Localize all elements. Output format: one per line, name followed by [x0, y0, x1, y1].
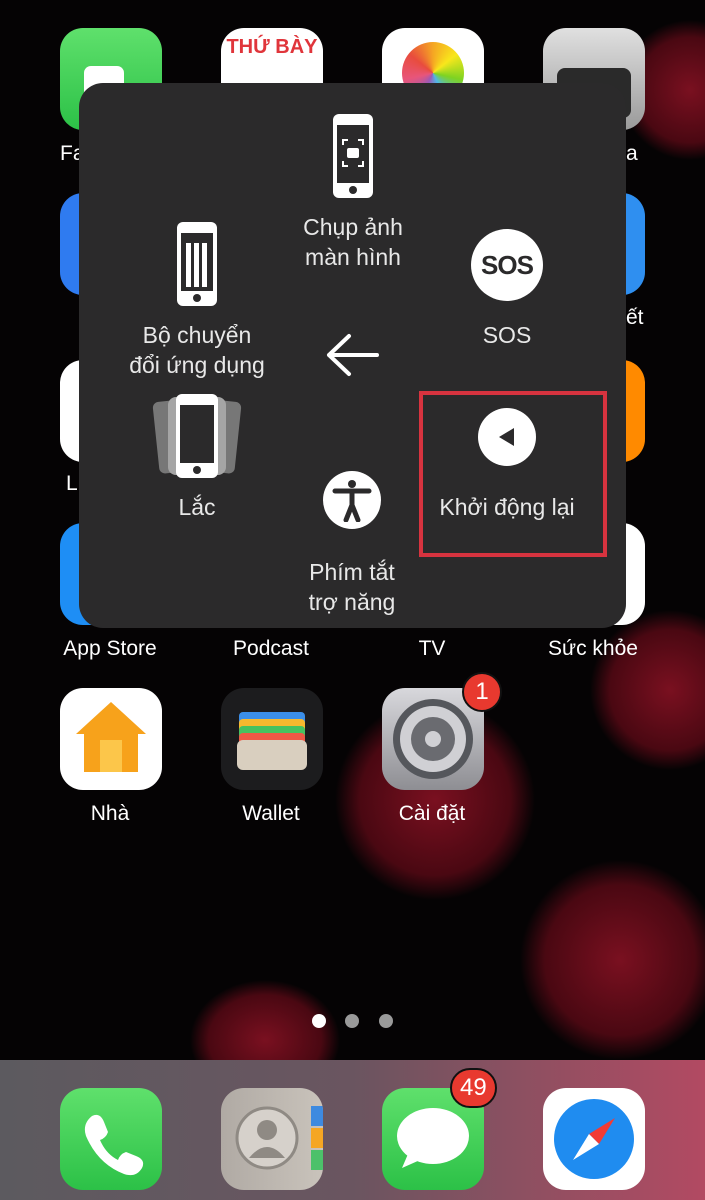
page-dot-active[interactable] — [312, 1014, 326, 1028]
page-dot[interactable] — [379, 1014, 393, 1028]
wallet-icon — [237, 712, 307, 770]
home-icon — [76, 702, 146, 772]
safari-app[interactable] — [543, 1088, 645, 1190]
screenshot-label-line2: màn hình — [305, 244, 401, 270]
app-label: Sức khỏe — [548, 637, 638, 660]
app-label: Wallet — [242, 802, 300, 825]
messages-badge: 49 — [450, 1068, 497, 1108]
phone-icon — [84, 1114, 144, 1176]
settings-badge: 1 — [462, 672, 502, 712]
partial-app-label: a — [626, 142, 638, 165]
accessibility-icon — [323, 471, 381, 529]
screenshot-label-line1: Chụp ảnh — [303, 214, 403, 240]
accessibility-label-line1: Phím tắt — [309, 559, 395, 585]
back-arrow-icon[interactable] — [325, 333, 379, 377]
screenshot-icon — [333, 114, 373, 198]
phone-app[interactable] — [60, 1088, 162, 1190]
app-label: App Store — [63, 637, 157, 660]
highlight-box — [419, 391, 607, 557]
app-switcher-label-line2: đổi ứng dụng — [129, 352, 265, 378]
app-label: Podcast — [233, 637, 309, 660]
app-switcher-label-line1: Bộ chuyển — [142, 322, 252, 348]
wallpaper-bokeh — [520, 860, 705, 1060]
app-label: Nhà — [90, 802, 130, 825]
safari-icon — [554, 1099, 634, 1179]
sos-icon: SOS — [471, 229, 543, 301]
shake-icon — [152, 394, 242, 478]
wallpaper-bokeh — [590, 610, 705, 770]
app-label: Cài đặt — [398, 802, 466, 825]
partial-app-label: ết — [626, 306, 644, 329]
accessibility-label-line2: trợ năng — [308, 589, 396, 615]
contacts-app[interactable] — [221, 1088, 323, 1190]
home-app[interactable] — [60, 688, 162, 790]
app-label: TV — [418, 637, 446, 660]
page-dot[interactable] — [345, 1014, 359, 1028]
shake-label: Lắc — [178, 494, 216, 520]
contacts-icon — [235, 1106, 323, 1170]
app-switcher-icon — [177, 222, 217, 306]
calendar-day: THỨ BÀY — [226, 36, 318, 58]
wallet-app[interactable] — [221, 688, 323, 790]
sos-label: SOS — [482, 322, 532, 348]
partial-app-label: L — [66, 472, 78, 495]
